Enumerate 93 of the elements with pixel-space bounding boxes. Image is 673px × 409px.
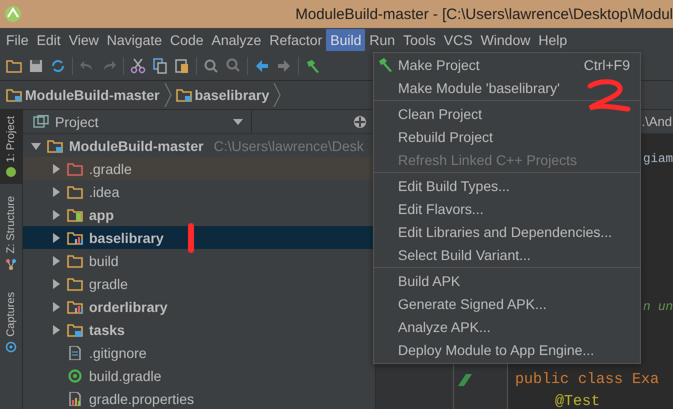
sync-icon[interactable]: [50, 58, 66, 74]
copy-icon[interactable]: [152, 58, 168, 74]
menu-item[interactable]: Deploy Module to App Engine...: [374, 338, 640, 361]
camera-icon: [5, 340, 17, 353]
menu-item[interactable]: Build: [326, 29, 366, 51]
menu-item[interactable]: Clean Project: [374, 102, 640, 125]
tree-item[interactable]: build.gradle: [23, 364, 375, 387]
menu-item[interactable]: Edit Libraries and Dependencies...: [374, 220, 640, 243]
folder-icon: [67, 254, 83, 268]
menu-item[interactable]: Analyze APK...: [374, 315, 640, 338]
forward-arrow-icon[interactable]: [276, 58, 292, 74]
pen-stroke-mark: [187, 223, 195, 253]
code-text: public class Exa: [515, 371, 660, 388]
menu-item[interactable]: Rebuild Project: [374, 125, 640, 148]
folder-icon: [6, 88, 22, 102]
gradle-file-icon: [67, 368, 83, 382]
menu-item[interactable]: VCS: [440, 29, 477, 51]
tree-item[interactable]: .gitignore: [23, 341, 375, 364]
hammer-icon[interactable]: [305, 58, 321, 74]
expand-arrow-icon[interactable]: [31, 140, 41, 150]
editor-tab[interactable]: .\And: [642, 114, 672, 129]
menu-item[interactable]: View: [64, 29, 103, 51]
target-icon[interactable]: [353, 114, 367, 128]
menu-item[interactable]: Analyze: [208, 29, 266, 51]
menu-item[interactable]: Select Build Variant...: [374, 243, 640, 266]
menu-item[interactable]: Make Module 'baselibrary': [374, 76, 640, 99]
code-text: n un: [643, 300, 673, 314]
library-module-icon: [67, 230, 83, 244]
folder-icon: [67, 276, 83, 290]
menu-item[interactable]: Build APK: [374, 269, 640, 292]
expand-arrow-icon[interactable]: [51, 186, 61, 196]
project-folder-icon: [47, 138, 63, 152]
expand-arrow-icon[interactable]: [51, 278, 61, 288]
menu-item[interactable]: Navigate: [102, 29, 166, 51]
breadcrumb-item[interactable]: baselibrary: [176, 87, 270, 103]
menu-item[interactable]: Help: [534, 29, 572, 51]
folder-icon: [67, 184, 83, 198]
tree-item[interactable]: ModuleBuild-master C:\Users\lawrence\Desk: [23, 134, 375, 157]
chevron-icon: [164, 83, 172, 107]
tree-item[interactable]: orderlibrary: [23, 295, 375, 318]
folder-icon: [176, 88, 192, 102]
view-selector[interactable]: Project: [33, 110, 252, 133]
back-arrow-icon[interactable]: [254, 58, 270, 74]
cut-icon[interactable]: [130, 58, 146, 74]
expand-arrow-icon[interactable]: [51, 302, 61, 312]
tool-window-tab[interactable]: Captures: [0, 286, 22, 359]
menu-item[interactable]: Window: [476, 29, 534, 51]
expand-arrow-icon[interactable]: [51, 210, 61, 220]
paste-icon[interactable]: [174, 58, 190, 74]
tree-item[interactable]: build: [23, 249, 375, 272]
window-title: ModuleBuild-master - [C:\Users\lawrence\Desktop\Modul: [295, 6, 673, 22]
menu-item[interactable]: Edit Flavors...: [374, 197, 640, 220]
menu-item[interactable]: Refactor: [265, 29, 326, 51]
menu-item[interactable]: File: [2, 29, 33, 51]
windows-icon: [33, 114, 49, 128]
expand-arrow-icon[interactable]: [51, 232, 61, 242]
tree-item[interactable]: .idea: [23, 180, 375, 203]
menu-item[interactable]: Generate Signed APK...: [374, 292, 640, 315]
folder-icon: [67, 162, 83, 176]
menu-item[interactable]: Tools: [399, 29, 440, 51]
expand-arrow-icon[interactable]: [51, 164, 61, 174]
tool-window-tab[interactable]: 1: Project: [0, 110, 22, 184]
menu-item[interactable]: Code: [166, 29, 208, 51]
save-icon[interactable]: [28, 58, 44, 74]
code-text: giam: [643, 152, 673, 166]
menu-item[interactable]: Edit Build Types...: [374, 174, 640, 197]
search-icon[interactable]: [203, 58, 219, 74]
tree-item[interactable]: baselibrary: [23, 226, 375, 249]
menu-item[interactable]: Run: [365, 29, 400, 51]
run-gutter-icon[interactable]: [458, 374, 472, 386]
folder-icon: [67, 322, 83, 336]
android-icon: [5, 166, 17, 178]
folder-icon[interactable]: [6, 58, 22, 74]
tree-item[interactable]: gradle.properties: [23, 387, 375, 409]
text-file-icon: [67, 346, 83, 360]
tree-item[interactable]: gradle: [23, 272, 375, 295]
expand-arrow-icon[interactable]: [51, 324, 61, 334]
tree-item[interactable]: .gradle: [23, 157, 375, 180]
chevron-icon: [273, 83, 282, 107]
expand-arrow-icon[interactable]: [51, 256, 61, 266]
tool-window-tab[interactable]: Z: Structure: [0, 190, 22, 276]
app-module-icon: [67, 208, 83, 222]
replace-icon[interactable]: [225, 58, 241, 74]
code-text: @Test: [555, 393, 600, 409]
dropdown-caret-icon: [233, 118, 243, 124]
menu-item[interactable]: Edit: [32, 29, 65, 51]
breadcrumb-item[interactable]: ModuleBuild-master: [6, 87, 160, 103]
app-logo: [4, 5, 22, 23]
library-module-icon: [67, 300, 83, 314]
tree-item[interactable]: app: [23, 203, 375, 226]
properties-file-icon: [67, 392, 83, 406]
structure-icon: [5, 258, 17, 270]
tree-item[interactable]: tasks: [23, 318, 375, 341]
